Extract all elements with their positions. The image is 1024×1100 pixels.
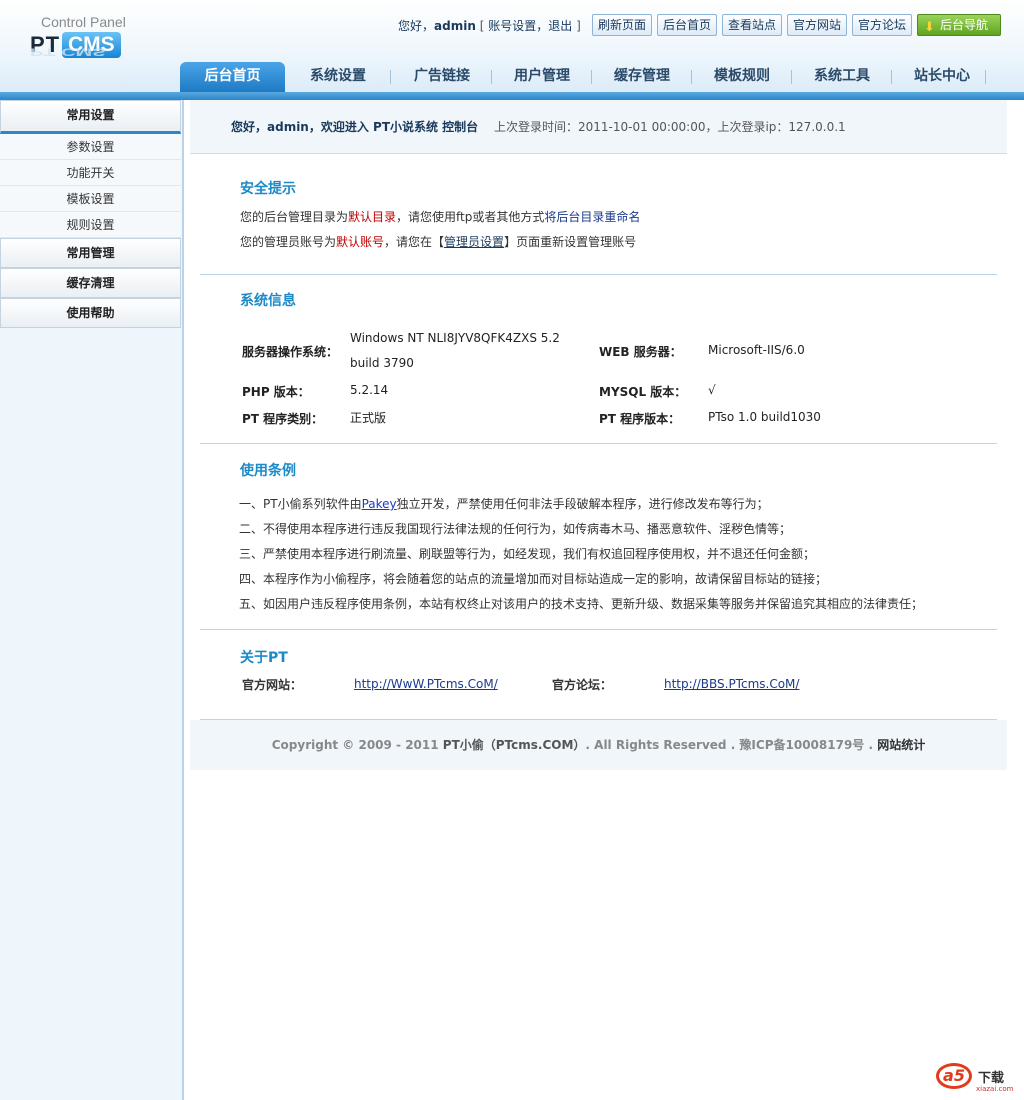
welcome-bar: 您好，admin，欢迎进入 PT小说系统 控制台 上次登录时间：2011-10-… — [190, 100, 1007, 154]
pakey-link[interactable]: Pakey — [362, 497, 397, 511]
watermark-site: xiazai.com — [976, 1085, 1014, 1093]
header-bottom-bar — [0, 92, 1024, 100]
about-section: 关于PT 官方网站： http://WwW.PTcms.CoM/ 官方论坛： h… — [200, 630, 997, 720]
logout-link[interactable]: 退出 — [548, 19, 572, 33]
text: 独立开发，严禁使用任何非法手段破解本程序，进行修改发布等行为； — [396, 497, 769, 511]
security-line-2: 您的管理员账号为默认账号，请您在【管理员设置】页面重新设置管理账号 — [240, 235, 997, 249]
program-type-value: 正式版 — [350, 411, 387, 425]
official-site-button[interactable]: 官方网站 — [787, 14, 848, 36]
a5-watermark: a5 下载 xiazai.com — [936, 1063, 1016, 1093]
terms-title: 使用条例 — [240, 463, 296, 479]
account-settings-link[interactable]: 账号设置 — [488, 19, 536, 33]
highlight-text: 默认目录 — [348, 210, 397, 224]
system-info-title: 系统信息 — [240, 293, 296, 309]
list-item: 四、本程序作为小偷程序，将会随着您的站点的流量增加而对目标站造成一定的影响，故请… — [239, 572, 828, 586]
tab-webmaster-center[interactable]: 站长中心 — [892, 62, 992, 92]
terms-section: 使用条例 一、PT小偷系列软件由Pakey独立开发，严禁使用任何非法手段破解本程… — [200, 444, 997, 630]
logo-subtitle: Control Panel — [41, 14, 126, 30]
os-value-line2: build 3790 — [350, 356, 414, 370]
tab-system-tools[interactable]: 系统工具 — [792, 62, 892, 92]
text: ，请您在【 — [384, 235, 445, 249]
mysql-value: √ — [708, 383, 716, 397]
welcome-text: 您好，admin，欢迎进入 PT小说系统 控制台 — [231, 120, 479, 134]
watermark-label: 下载 — [978, 1071, 1005, 1086]
user-bar: 您好，admin [ 账号设置，退出 ] — [398, 17, 581, 33]
official-site-link[interactable]: http://WwW.PTcms.CoM/ — [354, 677, 498, 691]
list-item: 一、PT小偷系列软件由Pakey独立开发，严禁使用任何非法手段破解本程序，进行修… — [239, 492, 997, 517]
tab-user-management[interactable]: 用户管理 — [492, 62, 592, 92]
official-forum-button[interactable]: 官方论坛 — [852, 14, 913, 36]
list-item: 五、如因用户违反程序使用条例，本站有权终止对该用户的技术支持、更新升级、数据采集… — [239, 597, 924, 611]
bracket-open: [ — [479, 19, 485, 33]
top-header: Control Panel PT CMS PT CMS 您好，admin [ 账… — [0, 0, 1024, 100]
admin-settings-link[interactable]: 管理员设置 — [444, 235, 504, 249]
text: 一、PT小偷系列软件由 — [239, 497, 362, 511]
sidebar-head-help[interactable]: 使用帮助 — [0, 298, 181, 328]
username: admin — [434, 19, 476, 33]
site-stats-link[interactable]: 网站统计 — [877, 738, 925, 752]
program-version-label: PT 程序版本： — [599, 412, 681, 426]
admin-nav-label: 后台导航 — [940, 18, 989, 32]
nav-divider — [985, 70, 986, 84]
sidebar: 常用设置 参数设置 功能开关 模板设置 规则设置 常用管理 缓存清理 使用帮助 — [0, 100, 184, 1100]
sidebar-head-common-management[interactable]: 常用管理 — [0, 238, 181, 268]
a5-logo-icon: a5 — [936, 1063, 972, 1089]
sidebar-item-rule-settings[interactable]: 规则设置 — [0, 212, 181, 238]
text: 您的管理员账号为 — [240, 235, 337, 249]
footer: Copyright © 2009 - 2011 PT小偷（PTcms.COM）.… — [190, 720, 1007, 770]
sidebar-head-cache-cleanup[interactable]: 缓存清理 — [0, 268, 181, 298]
tab-system-settings[interactable]: 系统设置 — [288, 62, 388, 92]
web-server-label: WEB 服务器： — [599, 345, 682, 359]
comma: ， — [536, 19, 549, 33]
highlight-text: 将后台目录重命名 — [544, 210, 641, 224]
security-line-1: 您的后台管理目录为默认目录，请您使用ftp或者其他方式将后台目录重命名 — [240, 210, 997, 224]
logo-reflection: PT CMS — [30, 45, 106, 58]
bracket-close: ] — [576, 19, 581, 33]
os-value-line1: Windows NT NLI8JYV8QFK4ZXS 5.2 — [350, 331, 560, 345]
list-item: 二、不得使用本程序进行违反我国现行法律法规的任何行为，如传病毒木马、播恶意软件、… — [239, 522, 792, 536]
tab-ad-links[interactable]: 广告链接 — [392, 62, 492, 92]
program-type-label: PT 程序类别： — [242, 412, 324, 426]
greeting-text: 您好， — [398, 19, 435, 33]
tab-admin-home[interactable]: 后台首页 — [180, 62, 285, 92]
program-version-value: PTso 1.0 build1030 — [708, 410, 821, 424]
main-content: 您好，admin，欢迎进入 PT小说系统 控制台 上次登录时间：2011-10-… — [190, 100, 1007, 770]
sidebar-head-common-settings[interactable]: 常用设置 — [0, 100, 181, 134]
admin-nav-button[interactable]: ⬇ 后台导航 — [917, 14, 1001, 36]
tab-template-rules[interactable]: 模板规则 — [692, 62, 792, 92]
tab-cache-management[interactable]: 缓存管理 — [592, 62, 692, 92]
view-site-button[interactable]: 查看站点 — [722, 14, 783, 36]
sidebar-item-parameters[interactable]: 参数设置 — [0, 134, 181, 160]
text: 】页面重新设置管理账号 — [504, 235, 637, 249]
text: 您的后台管理目录为 — [240, 210, 349, 224]
sidebar-item-feature-switch[interactable]: 功能开关 — [0, 160, 181, 186]
last-login-info: 上次登录时间：2011-10-01 00:00:00，上次登录ip：127.0.… — [494, 120, 846, 134]
official-site-label: 官方网站： — [242, 678, 303, 692]
security-title: 安全提示 — [240, 181, 296, 197]
sidebar-item-template-settings[interactable]: 模板设置 — [0, 186, 181, 212]
nav-divider — [390, 70, 391, 84]
rights-text: . All Rights Reserved . 豫ICP备10008179号 . — [585, 738, 878, 752]
web-server-value: Microsoft-IIS/6.0 — [708, 343, 805, 357]
os-label: 服务器操作系统： — [242, 345, 339, 359]
admin-home-button[interactable]: 后台首页 — [657, 14, 718, 36]
text: ，请您使用ftp或者其他方式 — [396, 210, 545, 224]
down-arrow-icon: ⬇ — [924, 20, 935, 35]
refresh-page-button[interactable]: 刷新页面 — [592, 14, 653, 36]
mysql-label: MYSQL 版本： — [599, 385, 687, 399]
system-info-section: 系统信息 服务器操作系统： Windows NT NLI8JYV8QFK4ZXS… — [200, 275, 997, 444]
terms-list: 一、PT小偷系列软件由Pakey独立开发，严禁使用任何非法手段破解本程序，进行修… — [239, 492, 997, 617]
official-forum-link[interactable]: http://BBS.PTcms.CoM/ — [664, 677, 799, 691]
about-title: 关于PT — [240, 650, 288, 666]
ptcms-logo[interactable]: Control Panel PT CMS PT CMS — [28, 14, 138, 74]
highlight-text: 默认账号 — [336, 235, 385, 249]
php-value: 5.2.14 — [350, 383, 389, 397]
list-item: 三、严禁使用本程序进行刷流量、刷联盟等行为，如经发现，我们有权追回程序使用权，并… — [239, 547, 816, 561]
copyright-text: Copyright © 2009 - 2011 — [271, 738, 443, 752]
footer-brand: PT小偷（PTcms.COM） — [442, 738, 586, 752]
security-section: 安全提示 您的后台管理目录为默认目录，请您使用ftp或者其他方式将后台目录重命名… — [200, 154, 997, 275]
php-label: PHP 版本： — [242, 385, 310, 399]
official-forum-label: 官方论坛： — [552, 678, 613, 692]
